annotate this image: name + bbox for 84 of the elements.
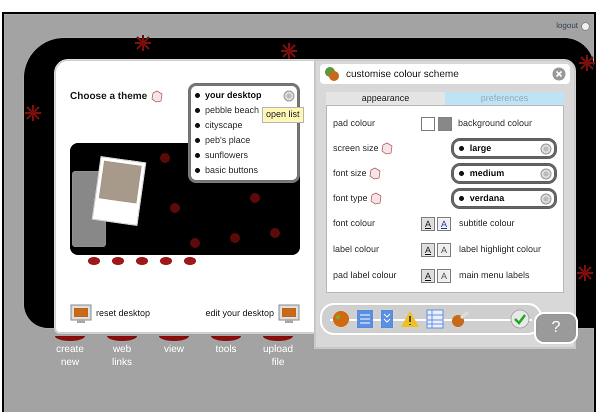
- round-button-icon: [184, 257, 196, 265]
- font-colour-key[interactable]: A: [421, 217, 435, 231]
- snowflake-icon: [24, 104, 42, 122]
- monitor-icon: [278, 304, 300, 324]
- check-icon[interactable]: [510, 309, 530, 329]
- warning-icon[interactable]: [400, 310, 420, 328]
- option-label: screen size: [333, 142, 379, 155]
- font-colour-key[interactable]: A: [421, 243, 435, 257]
- bullet-icon: [195, 138, 200, 143]
- panel-title: customise colour scheme: [346, 68, 459, 82]
- snowflake-icon: [134, 34, 152, 52]
- chevrons-icon[interactable]: [380, 309, 394, 329]
- hump-icon: [159, 336, 189, 341]
- theme-option[interactable]: peb's place: [205, 134, 250, 148]
- hump-icon: [263, 336, 293, 341]
- dropdown[interactable]: verdana: [450, 188, 557, 209]
- option-label: pad colour: [333, 117, 376, 130]
- round-button-icon: [160, 257, 172, 265]
- option-label: main menu labels: [459, 269, 530, 282]
- theme-option[interactable]: sunflowers: [205, 148, 248, 162]
- dot-icon: [190, 238, 200, 248]
- hump-icon: [55, 336, 85, 341]
- font-colour-key[interactable]: A: [437, 217, 451, 231]
- bullet-icon: [195, 123, 200, 128]
- bullet-icon: [195, 168, 200, 173]
- theme-option[interactable]: your desktop: [205, 88, 262, 102]
- reset-desktop-button[interactable]: reset desktop: [70, 304, 150, 324]
- round-button-icon: [88, 257, 100, 265]
- dropdown-value: large: [470, 142, 492, 155]
- dot-icon: [160, 153, 170, 163]
- close-icon[interactable]: [552, 67, 566, 81]
- bullet-icon: [458, 196, 464, 201]
- monitor-icon: [70, 304, 92, 324]
- theme-heading: Choose a theme: [70, 90, 148, 104]
- round-button-icon: [112, 257, 124, 265]
- option-label: background colour: [458, 117, 532, 130]
- list-icon[interactable]: [356, 309, 374, 329]
- hump-icon: [211, 336, 241, 341]
- dropdown[interactable]: medium: [450, 163, 557, 184]
- snowflake-icon: [280, 42, 298, 60]
- dot-icon: [250, 193, 260, 203]
- option-label: pad label colour: [333, 269, 398, 282]
- brush-icon[interactable]: [450, 310, 470, 328]
- font-colour-key[interactable]: A: [437, 269, 451, 283]
- theme-option[interactable]: pebble beach: [205, 104, 260, 118]
- power-icon[interactable]: [581, 22, 590, 30]
- dropdown-knob-icon[interactable]: [540, 192, 552, 204]
- dropdown-knob-icon[interactable]: [283, 90, 295, 102]
- dropdown[interactable]: large: [450, 138, 557, 159]
- option-label: font colour: [333, 217, 376, 230]
- dropdown-value: verdana: [470, 192, 504, 205]
- option-label: font size: [333, 166, 367, 180]
- theme-option[interactable]: cityscape: [205, 118, 243, 132]
- colour-swatch[interactable]: [421, 117, 435, 131]
- bullet-icon: [458, 146, 464, 151]
- dropdown-knob-icon[interactable]: [540, 142, 552, 154]
- bullet-icon: [458, 171, 464, 176]
- paint-icon: [324, 66, 340, 82]
- colour-swatch[interactable]: [438, 117, 452, 131]
- bullet-icon: [195, 108, 200, 113]
- option-label: subtitle colour: [459, 217, 515, 230]
- snowflake-icon: [576, 264, 594, 282]
- option-label: label highlight colour: [459, 243, 542, 256]
- dot-icon: [170, 203, 180, 213]
- snowflake-icon: [578, 54, 596, 72]
- dropdown-value: medium: [470, 166, 504, 180]
- hump-icon: [107, 336, 137, 341]
- bullet-icon: [195, 153, 200, 158]
- bullet-icon: [195, 93, 200, 98]
- font-colour-key[interactable]: A: [421, 269, 435, 283]
- option-label: label colour: [333, 243, 380, 256]
- dropdown-knob-icon[interactable]: [540, 168, 552, 180]
- dot-icon: [270, 228, 280, 238]
- round-button-icon: [136, 257, 148, 265]
- font-colour-key[interactable]: A: [437, 243, 451, 257]
- dot-icon: [230, 233, 240, 243]
- logout-link[interactable]: logout: [556, 20, 578, 32]
- option-label: font type: [333, 192, 368, 205]
- edit-desktop-button[interactable]: edit your desktop: [205, 304, 300, 324]
- table-icon[interactable]: [426, 309, 444, 329]
- theme-option[interactable]: basic buttons: [205, 164, 258, 178]
- palette-icon[interactable]: [332, 310, 350, 328]
- tooltip: open list: [262, 107, 304, 122]
- tab[interactable]: appearance: [326, 92, 445, 105]
